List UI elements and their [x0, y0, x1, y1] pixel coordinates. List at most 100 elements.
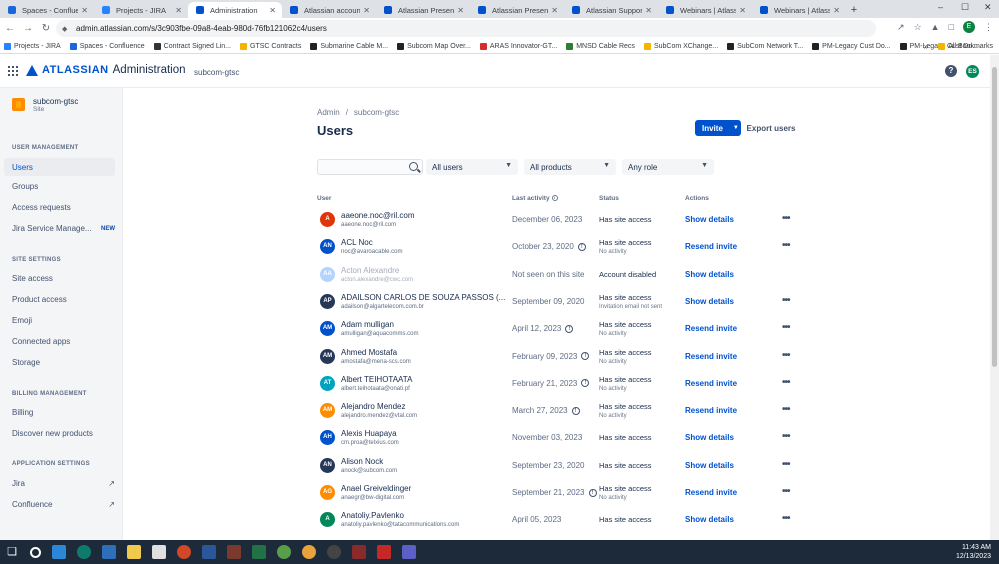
export-users-button[interactable]: Export users [744, 120, 798, 136]
close-tab-icon[interactable]: ✕ [269, 6, 276, 15]
browser-tab[interactable]: Atlassian Support: Cl✕ [564, 2, 658, 18]
edge-icon[interactable] [77, 545, 91, 559]
invite-button[interactable]: Invite ▼ [695, 120, 741, 136]
sidebar-item-users[interactable]: Users [4, 158, 115, 176]
more-options-icon[interactable]: ••• [782, 513, 790, 524]
row-action-link[interactable]: Show details [685, 461, 734, 470]
user-avatar[interactable]: ES [966, 65, 979, 78]
forward-icon[interactable]: → [20, 23, 36, 34]
org-name[interactable]: subcom-gtsc [194, 68, 239, 77]
share-icon[interactable]: ↗ [897, 22, 905, 33]
close-tab-icon[interactable]: ✕ [739, 6, 746, 15]
browser-tab[interactable]: Atlassian account ✕ [282, 2, 376, 18]
system-clock[interactable]: 11:43 AM 12/13/2023 [956, 543, 991, 561]
bookmark-item[interactable]: ARAS Innovator-GT... [479, 42, 557, 50]
more-options-icon[interactable]: ••• [782, 322, 790, 333]
powerpoint-icon[interactable] [177, 545, 191, 559]
file-explorer-icon[interactable] [127, 545, 141, 559]
info-icon[interactable]: ! [577, 242, 586, 251]
user-name[interactable]: ACL Noc [341, 238, 373, 247]
user-name[interactable]: Alison Nock [341, 457, 383, 466]
breadcrumb-admin[interactable]: Admin [317, 108, 340, 117]
search-input[interactable] [318, 160, 404, 174]
row-action-link[interactable]: Show details [685, 515, 734, 524]
bookmark-item[interactable]: Contract Signed Lin... [153, 42, 231, 50]
close-tab-icon[interactable]: ✕ [457, 6, 464, 15]
info-icon[interactable]: ! [565, 324, 574, 333]
sidebar-item-jira[interactable]: Jira ↗ [12, 479, 115, 488]
avatar[interactable]: AM [320, 403, 335, 419]
bookmark-item[interactable]: Submarine Cable M... [310, 42, 388, 50]
sidebar-item-emoji[interactable]: Emoji [12, 316, 115, 325]
profile-avatar[interactable]: E [963, 21, 975, 33]
info-icon[interactable]: i [551, 195, 558, 202]
browser-tab[interactable]: Atlassian Presents: U✕ [470, 2, 564, 18]
more-options-icon[interactable]: ••• [782, 486, 790, 497]
user-name[interactable]: Alejandro Mendez [341, 402, 405, 411]
app-icon[interactable] [352, 545, 366, 559]
more-options-icon[interactable]: ••• [782, 377, 790, 388]
reload-icon[interactable]: ↻ [38, 23, 54, 34]
filter-role-select[interactable]: Any role ▼ [622, 159, 714, 175]
breadcrumb-org[interactable]: subcom-gtsc [354, 108, 399, 117]
browser-tab[interactable]: Spaces - Confluence✕ [0, 2, 94, 18]
row-action-link[interactable]: Resend invite [685, 352, 737, 361]
row-action-link[interactable]: Resend invite [685, 488, 737, 497]
user-name[interactable]: Adam mulligan [341, 320, 394, 329]
acrobat-icon[interactable] [377, 545, 391, 559]
browser-tab[interactable]: Webinars | Atlassian✕ [752, 2, 846, 18]
new-tab-icon[interactable]: + [846, 2, 862, 18]
help-icon[interactable]: ? [945, 65, 957, 77]
sidebar-item-connected-apps[interactable]: Connected apps [12, 337, 115, 346]
user-name[interactable]: Acton Alexandre [341, 266, 399, 275]
user-name[interactable]: Albert TEIHOTAATA [341, 375, 412, 384]
back-icon[interactable]: ← [2, 23, 18, 34]
browser-tab[interactable]: Administration ✕ [188, 2, 282, 18]
user-name[interactable]: Ahmed Mostafa [341, 348, 397, 357]
media-icon[interactable] [327, 545, 341, 559]
site-info-icon[interactable]: ◆ [62, 25, 70, 33]
browser-tab[interactable]: Webinars | Atlassian✕ [658, 2, 752, 18]
app-icon[interactable] [52, 545, 66, 559]
bookmark-item[interactable]: MNSD Cable Recs [566, 42, 635, 50]
avatar[interactable]: AN [320, 239, 335, 255]
sidebar-item-billing[interactable]: Billing [12, 408, 115, 417]
row-action-link[interactable]: Resend invite [685, 379, 737, 388]
app-icon[interactable] [277, 545, 291, 559]
search-icon[interactable] [409, 162, 418, 171]
atlassian-logo[interactable]: ATLASSIAN Administration [26, 64, 186, 76]
more-options-icon[interactable]: ••• [782, 350, 790, 361]
extensions-icon[interactable]: ▲ [931, 22, 940, 32]
scrollbar-thumb[interactable] [992, 67, 997, 367]
browser-tab[interactable]: Projects - JIRA ✕ [94, 2, 188, 18]
row-action-link[interactable]: Resend invite [685, 406, 737, 415]
sidebar-item-storage[interactable]: Storage [12, 358, 115, 367]
user-name[interactable]: aaeone.noc@ril.com [341, 211, 415, 220]
avatar[interactable]: AA [320, 266, 335, 282]
bookmark-item[interactable]: SubCom Network T... [727, 42, 803, 50]
sidebar-item-groups[interactable]: Groups [12, 182, 115, 191]
excel-icon[interactable] [252, 545, 266, 559]
sidebar-item-product-access[interactable]: Product access [12, 295, 115, 304]
sidebar-item-confluence[interactable]: Confluence ↗ [12, 500, 115, 509]
row-action-link[interactable]: Resend invite [685, 324, 737, 333]
more-options-icon[interactable]: ••• [782, 431, 790, 442]
bookmark-item[interactable]: GTSC Contracts [240, 42, 301, 50]
avatar[interactable]: AN [320, 457, 335, 473]
more-options-icon[interactable]: ••• [782, 459, 790, 470]
column-header-last-activity[interactable]: Last activity i [512, 195, 558, 202]
info-icon[interactable]: ! [581, 379, 590, 388]
user-name[interactable]: Alexis Huapaya [341, 429, 397, 438]
word-icon[interactable] [202, 545, 216, 559]
more-options-icon[interactable]: ••• [782, 240, 790, 251]
url-field[interactable]: ◆ admin.atlassian.com/s/3c903fbe-09a8-4e… [56, 20, 876, 37]
more-options-icon[interactable]: ••• [782, 295, 790, 306]
avatar[interactable]: AP [320, 293, 335, 309]
sidebar-item-site-access[interactable]: Site access [12, 274, 115, 283]
windows-start-icon[interactable]: ❏ [5, 545, 19, 559]
chrome-icon[interactable] [302, 545, 316, 559]
browser-tab[interactable]: Atlassian Presents: U✕ [376, 2, 470, 18]
app-icon[interactable] [227, 545, 241, 559]
row-action-link[interactable]: Show details [685, 297, 734, 306]
app-switcher-icon[interactable] [8, 66, 18, 76]
